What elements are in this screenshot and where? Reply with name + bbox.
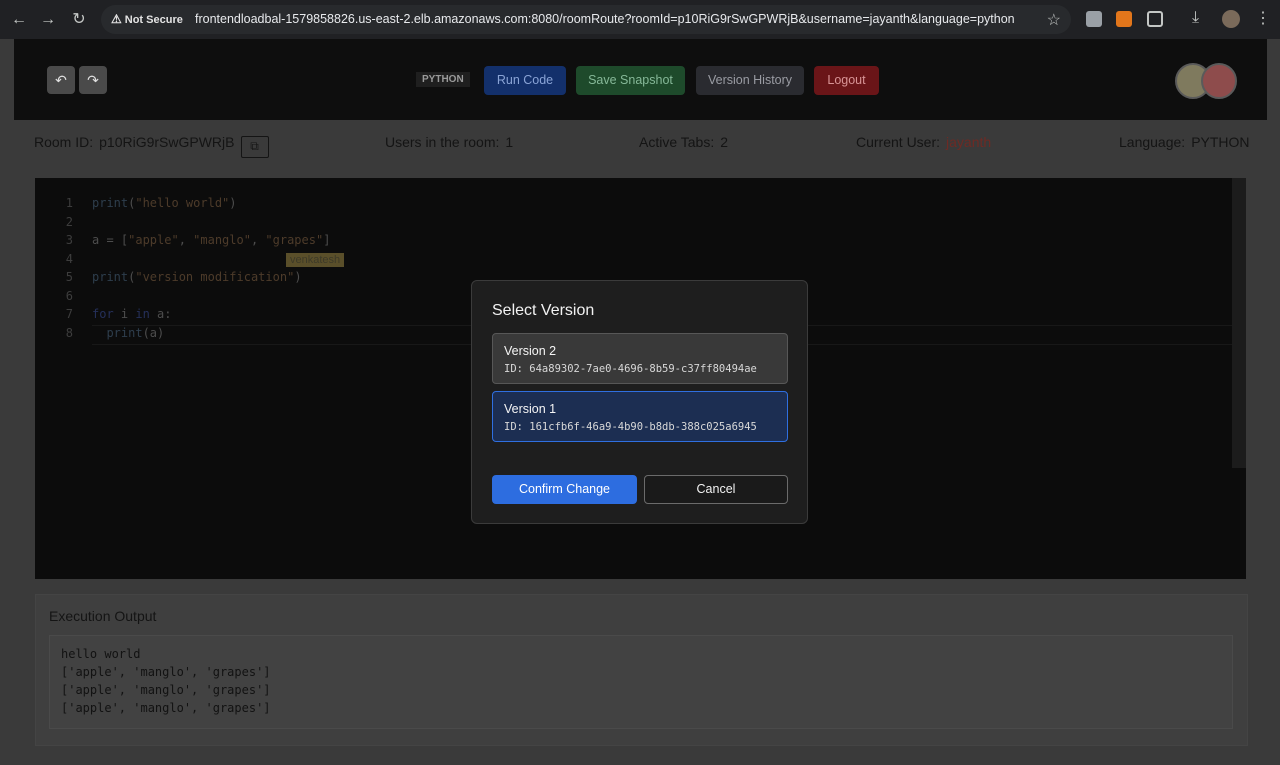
line-number: 4: [65, 252, 73, 266]
puzzle-extensions-icon[interactable]: [1147, 11, 1163, 27]
redo-button[interactable]: ↷: [79, 66, 107, 94]
execution-output-panel: Execution Output hello world ['apple', '…: [35, 594, 1248, 746]
select-version-modal: Select Version Version 2 ID: 64a89302-7a…: [471, 280, 808, 524]
version-history-button[interactable]: Version History: [696, 66, 804, 95]
output-line: ['apple', 'manglo', 'grapes']: [61, 665, 271, 679]
line-number: 6: [65, 289, 73, 303]
line-number: 3: [65, 233, 73, 247]
run-code-button[interactable]: Run Code: [484, 66, 566, 95]
code-line[interactable]: print("version modification"): [92, 270, 302, 284]
output-line: hello world: [61, 647, 141, 661]
url-text[interactable]: frontendloadbal-1579858826.us-east-2.elb…: [195, 12, 1015, 26]
confirm-change-button[interactable]: Confirm Change: [492, 475, 637, 504]
users-info: Users in the room: 1: [385, 134, 513, 150]
editor-scrollbar[interactable]: [1232, 178, 1246, 468]
line-number: 1: [65, 196, 73, 210]
language-info: Language: PYTHON: [1119, 134, 1250, 150]
menu-kebab-icon[interactable]: ⋮: [1255, 8, 1271, 28]
room-info-bar: Room ID: p10RiG9rSwGPWRjB ⧉ Users in the r…: [14, 120, 1267, 160]
undo-button[interactable]: ↶: [47, 66, 75, 94]
users-label: Users in the room:: [385, 134, 500, 150]
logout-button[interactable]: Logout: [814, 66, 879, 95]
code-line[interactable]: for i in a:: [92, 307, 172, 321]
code-line[interactable]: print(a): [92, 326, 164, 340]
security-indicator[interactable]: ⚠ Not Secure: [111, 12, 183, 26]
current-user-name: jayanth: [946, 134, 992, 150]
cancel-button[interactable]: Cancel: [644, 475, 788, 504]
warning-icon: ⚠: [111, 12, 122, 26]
current-user-label: Current User:: [856, 134, 941, 150]
line-number: 8: [65, 326, 73, 340]
bookmark-star-icon[interactable]: ☆: [1047, 10, 1061, 30]
language-tag: PYTHON: [416, 72, 470, 87]
remote-cursor-label: venkatesh: [286, 253, 345, 267]
reload-icon[interactable]: ↻: [69, 10, 89, 30]
room-id-label: Room ID:: [34, 134, 94, 150]
version-option[interactable]: Version 2 ID: 64a89302-7ae0-4696-8b59-c3…: [492, 333, 788, 384]
language-value: PYTHON: [1191, 134, 1250, 150]
code-line[interactable]: a = ["apple", "manglo", "grapes"]: [92, 233, 330, 247]
line-number: 7: [65, 307, 73, 321]
current-user-info: Current User: jayanth: [856, 134, 991, 150]
output-console: hello world ['apple', 'manglo', 'grapes'…: [49, 635, 1233, 729]
version-id: ID: 161cfb6f-46a9-4b90-b8db-388c025a6945: [504, 421, 757, 433]
profile-avatar[interactable]: [1222, 10, 1240, 28]
version-name: Version 2: [504, 344, 557, 358]
code-line[interactable]: print("hello world"): [92, 196, 237, 210]
undo-icon: ↶: [55, 72, 67, 88]
room-id-value: p10RiG9rSwGPWRjB: [99, 134, 235, 150]
users-count: 1: [505, 134, 514, 150]
tabs-count: 2: [720, 134, 729, 150]
tabs-label: Active Tabs:: [639, 134, 715, 150]
output-line: ['apple', 'manglo', 'grapes']: [61, 701, 271, 715]
redo-icon: ↷: [87, 72, 99, 88]
back-arrow-icon[interactable]: ←: [9, 10, 29, 30]
user-avatar: [1201, 63, 1237, 99]
version-id: ID: 64a89302-7ae0-4696-8b59-c37ff80494ae: [504, 363, 757, 375]
modal-title: Select Version: [492, 302, 595, 319]
app-toolbar: ↶ ↷ PYTHON Run Code Save Snapshot Versio…: [14, 39, 1267, 120]
version-name: Version 1: [504, 402, 557, 416]
download-icon[interactable]: ⤓: [1192, 9, 1199, 27]
output-title: Execution Output: [49, 608, 157, 624]
line-number: 2: [65, 215, 73, 229]
address-bar[interactable]: ⚠ Not Secure frontendloadbal-1579858826.u…: [101, 5, 1071, 34]
metamask-icon[interactable]: [1116, 11, 1132, 27]
security-label: Not Secure: [124, 14, 183, 26]
save-snapshot-button[interactable]: Save Snapshot: [576, 66, 685, 95]
line-number: 5: [65, 270, 73, 284]
forward-arrow-icon[interactable]: →: [38, 10, 58, 30]
copy-icon[interactable]: ⧉: [240, 136, 269, 158]
language-label: Language:: [1119, 134, 1186, 150]
browser-toolbar: ← → ↻ ⚠ Not Secure frontendloadbal-157985…: [0, 0, 1280, 39]
extension-icon[interactable]: [1086, 11, 1102, 27]
tabs-info: Active Tabs: 2: [639, 134, 728, 150]
room-id-info: Room ID: p10RiG9rSwGPWRjB ⧉: [34, 134, 269, 158]
output-line: ['apple', 'manglo', 'grapes']: [61, 683, 271, 697]
version-option-selected[interactable]: Version 1 ID: 161cfb6f-46a9-4b90-b8db-38…: [492, 391, 788, 442]
